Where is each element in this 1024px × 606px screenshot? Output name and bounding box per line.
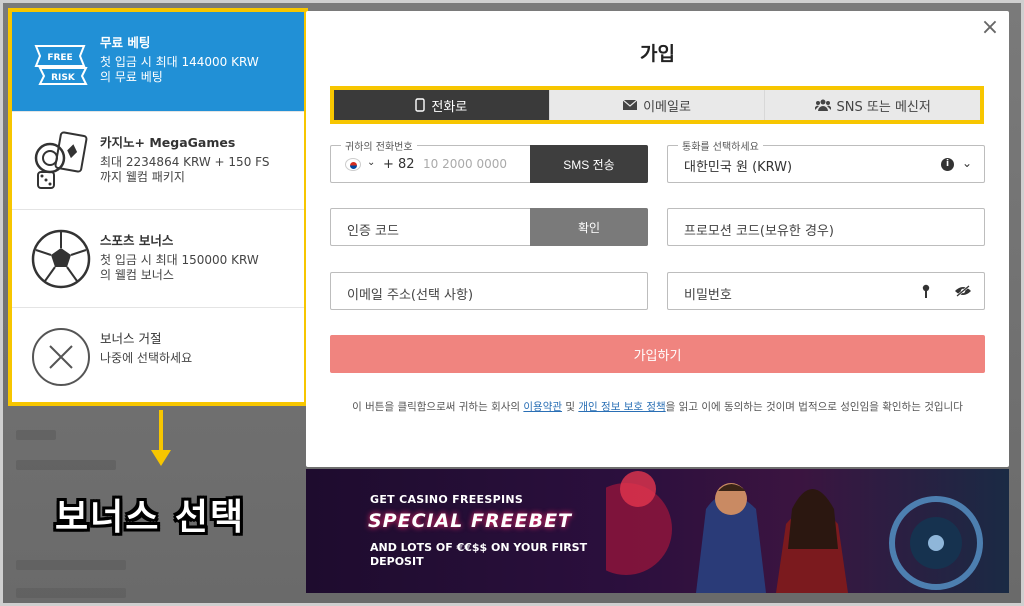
bonus-select-caption: 보너스 선택	[55, 497, 246, 538]
bonus-item-free-bet[interactable]: FREE RISK 무료 베팅 첫 입금 시 최대 144000 KRW 의 무…	[12, 12, 304, 112]
tab-sns[interactable]: SNS 또는 메신저	[765, 90, 981, 120]
promo-banner[interactable]: GET CASINO FREESPINS SPECIAL FREEBET AND…	[306, 469, 1009, 593]
password-input[interactable]: 비밀번호	[684, 284, 732, 303]
email-input[interactable]: 이메일 주소(선택 사항)	[347, 284, 473, 303]
tab-label: 이메일로	[643, 99, 691, 115]
modal-title: 가입	[640, 43, 675, 65]
terms-mid: 및	[562, 401, 579, 413]
soccer-ball-icon	[31, 229, 91, 289]
phone-field[interactable]: 귀하의 전화번호 ⌄ + 82 10 2000 0000 SMS 전송	[330, 138, 648, 183]
banner-line-3: AND LOTS OF €€$$ ON YOUR FIRST DEPOSIT	[370, 541, 588, 568]
bonus-item-sports[interactable]: 스포츠 보너스 첫 입금 시 최대 150000 KRW 의 웰컴 보너스	[12, 210, 304, 308]
phone-label: 귀하의 전화번호	[341, 138, 417, 153]
bonus-desc: 까지 웰컴 패키지	[100, 170, 185, 184]
sms-send-button[interactable]: SMS 전송	[530, 145, 648, 183]
privacy-policy-link[interactable]: 개인 정보 보호 정책	[578, 401, 665, 413]
chevron-down-icon[interactable]: ⌄	[367, 157, 375, 168]
bonus-title: 무료 베팅	[100, 35, 151, 50]
verification-code-field[interactable]: 인증 코드 확인	[330, 208, 648, 246]
code-input[interactable]: 인증 코드	[347, 220, 399, 239]
free-risk-icon: FREE RISK	[34, 45, 88, 85]
password-field[interactable]: 비밀번호	[667, 272, 985, 310]
bonus-title: 보너스 거절	[100, 331, 162, 346]
banner-headline: SPECIAL FREEBET	[368, 510, 573, 532]
bonus-item-casino[interactable]: 카지노+ MegaGames 최대 2234864 KRW + 150 FS 까…	[12, 112, 304, 210]
background-row	[16, 430, 56, 440]
confirm-button[interactable]: 확인	[530, 208, 648, 246]
bonus-item-decline[interactable]: 보너스 거절 나중에 선택하세요	[12, 308, 304, 402]
terms-before: 이 버튼을 클릭함으로써 귀하는 회사의	[352, 401, 524, 413]
eye-slash-icon[interactable]	[954, 285, 972, 297]
close-button[interactable]: ×	[979, 17, 1001, 39]
currency-label: 통화를 선택하세요	[678, 138, 763, 153]
bonus-desc: 의 웰컴 보너스	[100, 268, 174, 282]
bonus-desc: 첫 입금 시 최대 150000 KRW	[100, 253, 259, 267]
x-circle-icon	[32, 328, 90, 386]
signup-button[interactable]: 가입하기	[330, 335, 985, 373]
background-row	[16, 560, 126, 570]
banner-illustration	[606, 471, 983, 593]
background-row	[16, 588, 126, 598]
currency-value: 대한민국 원 (KRW)	[684, 160, 793, 175]
bonus-panel: FREE RISK 무료 베팅 첫 입금 시 최대 144000 KRW 의 무…	[8, 8, 308, 406]
banner-line-1: GET CASINO FREESPINS	[370, 493, 524, 506]
promo-code-field[interactable]: 프로모션 코드(보유한 경우)	[667, 208, 985, 246]
arrow-down-icon	[151, 410, 171, 466]
tab-label: SNS 또는 메신저	[836, 99, 931, 115]
korea-flag-icon[interactable]	[345, 158, 361, 171]
key-icon[interactable]	[922, 284, 930, 298]
casino-chips-cards-icon	[34, 131, 88, 189]
bonus-title: 카지노+ MegaGames	[100, 135, 236, 150]
bonus-desc: 최대 2234864 KRW + 150 FS	[100, 155, 270, 169]
tab-phone[interactable]: 전화로	[334, 90, 550, 120]
bonus-title: 스포츠 보너스	[100, 233, 174, 248]
info-icon[interactable]: i	[941, 158, 954, 171]
risk-label: RISK	[51, 73, 76, 83]
promo-input[interactable]: 프로모션 코드(보유한 경우)	[684, 220, 834, 239]
background-row	[16, 460, 116, 470]
email-field[interactable]: 이메일 주소(선택 사항)	[330, 272, 648, 310]
bonus-desc: 나중에 선택하세요	[100, 351, 193, 365]
terms-of-use-link[interactable]: 이용약관	[523, 401, 562, 413]
signup-method-tabs: 전화로 이메일로 SNS 또는 메신저	[330, 86, 984, 124]
signup-modal: × 가입 전화로 이메일로 SNS 또는 메신저 귀하의 전화번호 ⌄ + 82…	[306, 11, 1009, 467]
bonus-desc: 의 무료 베팅	[100, 70, 163, 84]
phone-icon	[415, 98, 426, 112]
dial-code: + 82	[383, 157, 415, 172]
tab-email[interactable]: 이메일로	[549, 90, 766, 120]
free-label: FREE	[47, 53, 72, 63]
bonus-desc: 첫 입금 시 최대 144000 KRW	[100, 55, 259, 69]
terms-after: 을 읽고 이에 동의하는 것이며 법적으로 성인임을 확인하는 것입니다	[665, 401, 963, 413]
chevron-down-icon[interactable]: ⌄	[962, 156, 972, 170]
phone-input[interactable]: 10 2000 0000	[423, 157, 507, 171]
terms-text: 이 버튼을 클릭함으로써 귀하는 회사의 이용약관 및 개인 정보 보호 정책을…	[330, 399, 985, 416]
currency-select[interactable]: 통화를 선택하세요 대한민국 원 (KRW) i ⌄	[667, 138, 985, 183]
users-icon	[814, 99, 831, 111]
envelope-icon	[623, 100, 638, 110]
tab-label: 전화로	[431, 99, 468, 115]
